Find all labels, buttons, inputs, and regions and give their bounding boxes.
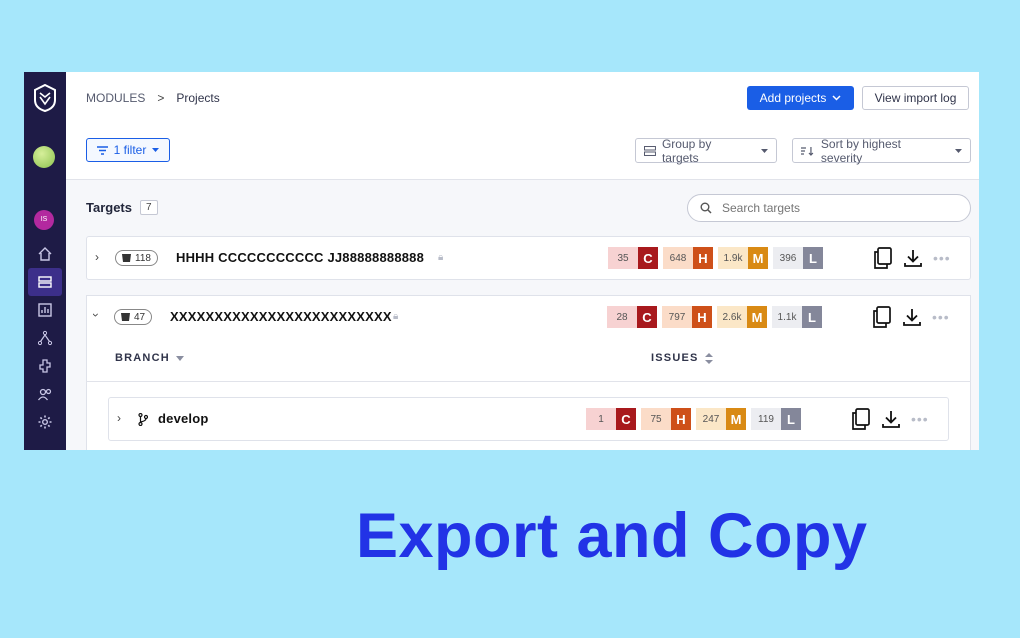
branch-row[interactable]: › develop 1C 75 H 247 M 119 L ••• <box>108 397 949 441</box>
low-count[interactable]: 119 L <box>751 408 801 430</box>
target-badge: 47 <box>114 309 153 325</box>
high-count[interactable]: 797 H <box>662 306 712 328</box>
bitbucket-icon <box>121 313 130 321</box>
filter-label: 1 filter <box>113 143 147 157</box>
low-count[interactable]: 396 L <box>773 247 823 269</box>
target-name[interactable]: HHHH CCCCCCCCCCC JJ88888888888 <box>176 250 424 265</box>
view-import-log-button[interactable]: View import log <box>862 86 969 110</box>
logo-icon[interactable] <box>33 84 57 112</box>
filter-button[interactable]: 1 filter <box>86 138 170 162</box>
branch-header-label: BRANCH <box>115 352 170 364</box>
branch-column-header[interactable]: BRANCH <box>115 352 184 364</box>
breadcrumb-separator: > <box>157 91 165 105</box>
group-by-label: Group by targets <box>661 136 712 165</box>
group-by-select[interactable]: Group by targets <box>635 136 777 165</box>
medium-count[interactable]: 2.6k M <box>717 306 767 328</box>
more-options-icon[interactable]: ••• <box>933 250 951 266</box>
org-avatar[interactable] <box>33 146 55 168</box>
caret-down-icon <box>761 148 768 153</box>
target-row-expanded[interactable]: › 47 XXXXXXXXXXXXXXXXXXXXXXXXX 🔒︎ 28 C 79… <box>86 295 971 339</box>
bitbucket-icon <box>122 254 131 262</box>
row-actions: ••• <box>872 306 950 328</box>
git-branch-icon <box>138 413 148 426</box>
breadcrumb-modules[interactable]: MODULES <box>86 91 145 105</box>
high-count[interactable]: 648 H <box>663 247 713 269</box>
filter-icon <box>96 145 108 155</box>
target-badge-count: 47 <box>134 311 146 323</box>
target-badge: 118 <box>115 250 158 266</box>
search-icon <box>700 202 712 214</box>
reports-icon[interactable] <box>28 296 62 324</box>
chevron-right-icon[interactable]: › <box>95 250 99 264</box>
search-input[interactable] <box>720 200 954 216</box>
filter-bar: 1 filter Group by targets Sort by highes… <box>66 124 979 180</box>
chevron-down-icon[interactable]: › <box>89 313 103 317</box>
high-count[interactable]: 75 H <box>641 408 691 430</box>
row-actions: ••• <box>851 408 929 430</box>
breadcrumb-current: Projects <box>176 91 220 105</box>
download-icon[interactable] <box>902 307 922 327</box>
search-targets[interactable] <box>687 194 971 222</box>
medium-count[interactable]: 247 M <box>696 408 746 430</box>
branch-name[interactable]: develop <box>158 411 209 426</box>
more-options-icon[interactable]: ••• <box>911 411 929 427</box>
severity-counts: 28 C 797 H 2.6k M 1.1k L <box>607 306 822 328</box>
lock-icon: 🔒︎ <box>438 252 444 263</box>
add-projects-label: Add projects <box>759 91 827 105</box>
targets-heading: Targets 7 <box>86 200 158 215</box>
critical-count[interactable]: 1C <box>586 408 636 430</box>
issues-column-header[interactable]: ISSUES <box>651 352 713 364</box>
sort-arrows-icon <box>704 352 713 364</box>
breadcrumb: MODULES > Projects <box>86 91 220 105</box>
chevron-down-icon <box>832 95 841 101</box>
promo-headline: Export and Copy <box>356 501 868 571</box>
caret-down-icon <box>955 148 962 153</box>
download-icon[interactable] <box>903 248 923 268</box>
members-icon[interactable] <box>28 380 62 408</box>
dependencies-icon[interactable] <box>28 324 62 352</box>
target-name[interactable]: XXXXXXXXXXXXXXXXXXXXXXXXX <box>170 309 392 324</box>
severity-counts: 35 C 648 H 1.9k M 396 L <box>608 247 823 269</box>
user-avatar[interactable]: IS <box>34 210 54 230</box>
severity-counts: 1C 75 H 247 M 119 L <box>586 408 801 430</box>
caret-down-icon <box>175 355 184 361</box>
more-options-icon[interactable]: ••• <box>932 309 950 325</box>
row-actions: ••• <box>873 247 951 269</box>
projects-icon[interactable] <box>28 268 62 296</box>
critical-count[interactable]: 35 C <box>608 247 658 269</box>
targets-count: 7 <box>140 200 158 215</box>
settings-gear-icon[interactable] <box>28 408 62 436</box>
copy-icon[interactable] <box>872 306 892 328</box>
caret-down-icon <box>152 148 160 152</box>
targets-label: Targets <box>86 200 132 215</box>
chevron-right-icon[interactable]: › <box>117 411 121 425</box>
sidebar: IS <box>24 72 66 450</box>
sort-icon <box>801 146 814 156</box>
group-icon <box>644 145 656 156</box>
sort-by-select[interactable]: Sort by highest severity <box>792 136 971 165</box>
issues-header-label: ISSUES <box>651 352 699 364</box>
low-count[interactable]: 1.1k L <box>772 306 822 328</box>
target-row[interactable]: › 118 HHHH CCCCCCCCCCC JJ88888888888 🔒︎ … <box>86 236 971 280</box>
add-projects-button[interactable]: Add projects <box>747 86 854 110</box>
copy-icon[interactable] <box>873 247 893 269</box>
medium-count[interactable]: 1.9k M <box>718 247 768 269</box>
divider <box>86 381 971 382</box>
app-screenshot: IS MODULES > Projects Add projects View … <box>24 72 979 450</box>
sort-by-label: Sort by highest severity <box>820 136 901 165</box>
target-badge-count: 118 <box>135 252 151 264</box>
lock-icon: 🔒︎ <box>393 311 399 322</box>
main-content: MODULES > Projects Add projects View imp… <box>66 72 979 450</box>
critical-count[interactable]: 28 C <box>607 306 657 328</box>
top-bar: MODULES > Projects Add projects View imp… <box>66 72 979 125</box>
download-icon[interactable] <box>881 409 901 429</box>
home-icon[interactable] <box>28 240 62 268</box>
copy-icon[interactable] <box>851 408 871 430</box>
integrations-icon[interactable] <box>28 352 62 380</box>
